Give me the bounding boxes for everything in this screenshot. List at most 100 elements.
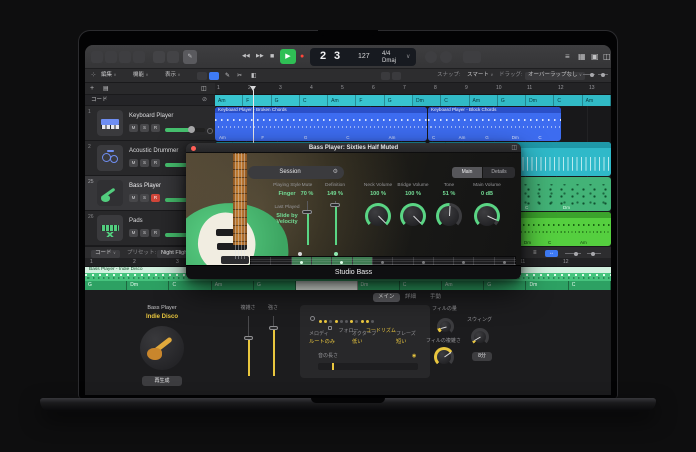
mute-button[interactable]: M	[129, 229, 138, 237]
mute-button[interactable]: M	[129, 159, 138, 167]
region-view-icon[interactable]	[197, 72, 207, 80]
tab-manual[interactable]: 手動	[430, 295, 441, 301]
record-button[interactable]: ●	[300, 53, 304, 60]
fret-marker-green	[334, 252, 338, 256]
editor-zoom-slider-2[interactable]	[587, 253, 601, 254]
last-played-value: Slide byVelocity	[265, 213, 309, 226]
region-broken-chords[interactable]: Keyboard Player - Broken Chords AmFGCAm	[215, 107, 427, 141]
solo-button[interactable]: S	[140, 229, 149, 237]
tab-details[interactable]: 詳細	[405, 295, 416, 301]
library-icon[interactable]	[91, 51, 103, 63]
solo-icon[interactable]	[425, 51, 437, 63]
melody-menu[interactable]: ルートのみ	[309, 340, 335, 345]
lcd-display[interactable]: 2 3 127 4/4 Dmaj ∨	[310, 48, 416, 66]
solo-button[interactable]: S	[140, 194, 149, 202]
link-mode-icon[interactable]: ↔	[545, 250, 558, 257]
gear-icon[interactable]: ⚙	[333, 169, 338, 175]
menu-functions[interactable]: 機能 ∨	[133, 73, 148, 79]
editors-pencil-icon[interactable]: ✎	[183, 50, 197, 64]
marquee-tool-icon[interactable]: ◧	[251, 73, 257, 79]
follow-checkbox[interactable]	[328, 326, 332, 330]
swing-unit-button[interactable]: 8分	[472, 352, 492, 361]
add-tool-icon[interactable]	[392, 72, 401, 80]
track-filter-icon[interactable]: ▤	[103, 86, 109, 92]
browser-icon[interactable]: ▣	[591, 53, 599, 61]
fill-amount-knob[interactable]	[437, 318, 454, 335]
fretboard-display[interactable]	[250, 256, 516, 265]
tone-knob[interactable]	[436, 203, 462, 229]
lcd-chevron-icon[interactable]: ∨	[406, 54, 410, 60]
bridge-volume-knob[interactable]	[400, 203, 426, 229]
editor-chord-lane[interactable]: G Dm C Am G Dm C Am G Dm C	[85, 281, 611, 290]
note-length-slider[interactable]	[318, 363, 418, 370]
catch-playhead-icon[interactable]: ≡	[533, 250, 537, 256]
pointer-tool-icon[interactable]	[381, 72, 390, 80]
mute-button[interactable]: M	[129, 194, 138, 202]
apple-loops-icon[interactable]: ▦	[578, 53, 586, 61]
master-level-icon[interactable]	[463, 51, 481, 63]
stop-button[interactable]: ■	[270, 53, 274, 60]
player-style[interactable]: Indie Disco	[146, 314, 178, 320]
phrase-menu[interactable]: 短い	[396, 340, 406, 345]
add-track-button[interactable]: +	[90, 85, 94, 92]
record-enable-button[interactable]: R	[151, 194, 160, 202]
quick-help-icon[interactable]	[119, 51, 131, 63]
view-main-button[interactable]: Main	[452, 167, 482, 178]
mute-button[interactable]: M	[129, 124, 138, 132]
link-icon[interactable]: ◫	[511, 145, 517, 151]
main-volume-knob[interactable]	[474, 203, 500, 229]
chord-track[interactable]: Am F G C Am F G Dm C Am G Dm C Am	[215, 95, 611, 106]
bar-ruler[interactable]: 1 2 3 4 5 6 7 8 9 10 11 12 13	[215, 83, 611, 95]
view-details-button[interactable]: Details	[483, 167, 515, 178]
bass-player-plugin-window[interactable]: Bass Player: Sixties Half Muted ◫ Sessio…	[186, 143, 521, 279]
record-enable-button[interactable]: R	[151, 229, 160, 237]
main-toolbar: ✎ ◀◀ ▶▶ ■ ▶ ● ↻ 2 3 127 4/4 Dmaj ∨ ≡ ▦ ▣…	[85, 45, 611, 69]
editor-chord-menu[interactable]: コード ∨	[91, 250, 120, 258]
region-block-chords[interactable]: Keyboard Player - Block Chords CAmGDmC	[428, 107, 561, 141]
octave-menu[interactable]: 低い	[352, 340, 362, 345]
preset-selector[interactable]: Session ⚙	[248, 166, 344, 179]
menu-view[interactable]: 表示 ∨	[165, 73, 180, 79]
intensity-handle[interactable]	[269, 326, 278, 330]
chord-track-power-icon[interactable]: ⊘	[202, 97, 207, 103]
tab-main[interactable]: メイン	[373, 293, 400, 302]
list-editors-icon[interactable]: ≡	[565, 53, 570, 61]
solo-button[interactable]: S	[140, 159, 149, 167]
share-icon[interactable]: ◫	[603, 53, 611, 61]
mute-handle[interactable]	[302, 210, 312, 214]
solo-button[interactable]: S	[140, 124, 149, 132]
grid-view-icon[interactable]	[209, 72, 219, 80]
regenerate-button[interactable]: 再生成	[142, 376, 182, 386]
scissors-tool-icon[interactable]: ✂	[237, 73, 242, 79]
record-enable-button[interactable]: R	[151, 159, 160, 167]
swing-knob[interactable]	[471, 328, 489, 346]
toolbar-toggle-icon[interactable]	[133, 51, 145, 63]
rewind-button[interactable]: ◀◀	[242, 54, 250, 59]
zoom-slider-v[interactable]	[598, 74, 608, 75]
editor-zoom-slider[interactable]	[565, 253, 581, 254]
chord-track-header[interactable]: コード ⊘	[85, 95, 215, 106]
complexity-handle[interactable]	[244, 336, 253, 340]
plugin-body: Session ⚙ Main Details Playing Style Fin…	[186, 153, 521, 265]
forward-button[interactable]: ▶▶	[256, 54, 264, 59]
smart-controls-icon[interactable]	[153, 51, 165, 63]
neck-volume-knob[interactable]	[365, 203, 391, 229]
snap-menu[interactable]: スマート ∨	[467, 73, 493, 79]
menu-edit[interactable]: 編集 ∨	[101, 73, 116, 79]
pencil-tool-icon[interactable]: ✎	[225, 73, 230, 79]
tuner-icon[interactable]	[440, 51, 452, 63]
track-volume-slider[interactable]	[165, 128, 205, 132]
record-enable-button[interactable]: R	[151, 124, 160, 132]
melody-label: メロディ	[309, 332, 329, 337]
definition-handle[interactable]	[330, 203, 340, 207]
plugin-titlebar[interactable]: Bass Player: Sixties Half Muted ◫	[186, 143, 521, 153]
fill-complexity-knob[interactable]	[434, 347, 454, 367]
mixer-icon[interactable]	[167, 51, 179, 63]
inspector-icon[interactable]	[105, 51, 117, 63]
track-row-keyboard-player[interactable]: 1 Keyboard Player M S R	[85, 106, 215, 141]
play-button[interactable]: ▶	[280, 49, 296, 64]
zoom-slider-h[interactable]	[583, 74, 595, 75]
pan-knob[interactable]	[207, 128, 213, 134]
drag-menu[interactable]: オーバーラップなし ∨	[525, 72, 585, 80]
header-options-icon[interactable]: ◫	[201, 86, 207, 92]
